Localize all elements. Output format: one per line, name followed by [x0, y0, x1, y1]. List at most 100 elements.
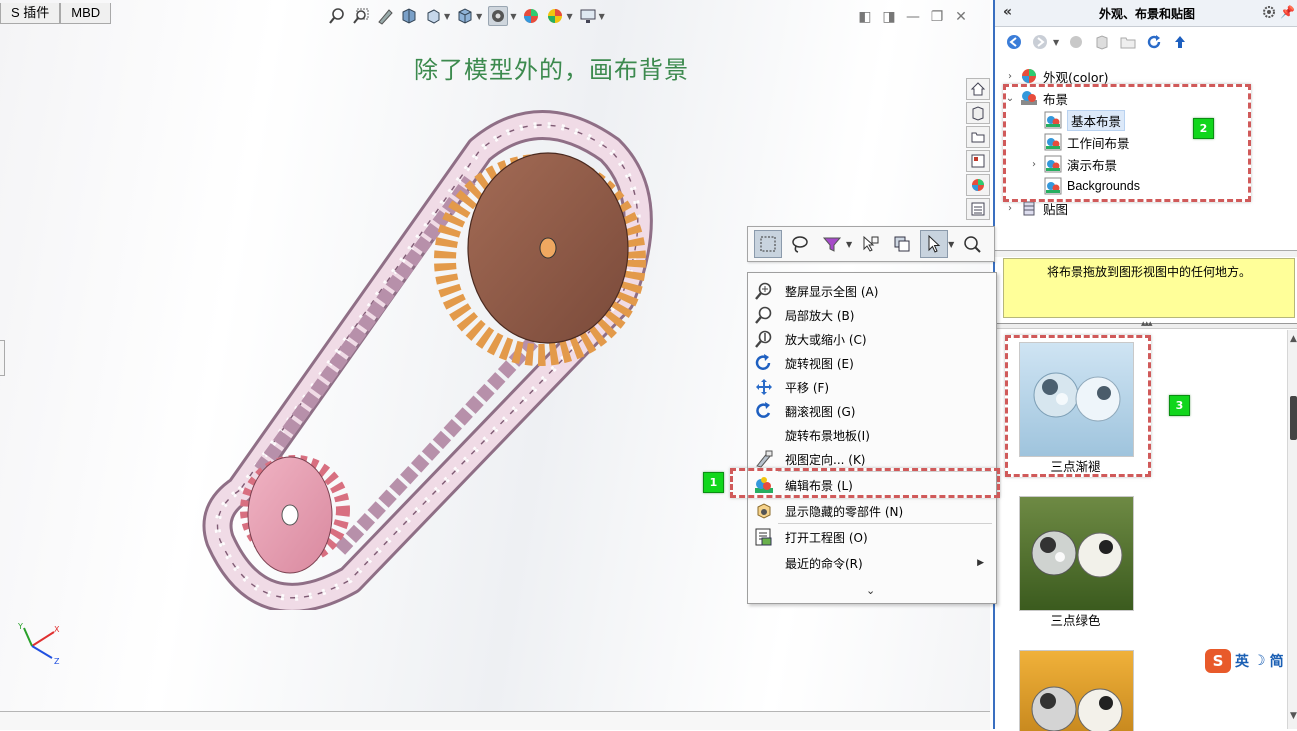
minimize-icon[interactable]: — — [906, 9, 920, 25]
zoom-area-icon — [753, 304, 775, 326]
chevron-down-icon[interactable]: ▼ — [948, 240, 954, 249]
menu-item-zoom-fit[interactable]: 整屏显示全图 (A) — [748, 279, 996, 303]
callout-badge-2: 2 — [1193, 118, 1214, 139]
forward-icon[interactable] — [1031, 33, 1049, 51]
chevron-right-icon[interactable]: › — [1005, 203, 1015, 214]
view-orientation-icon — [753, 448, 775, 470]
panel-expand-handle[interactable] — [0, 340, 5, 376]
gear-icon[interactable] — [1261, 4, 1277, 20]
previous-view-icon[interactable] — [376, 7, 394, 25]
scene-thumbnail-three-point-green[interactable] — [1019, 496, 1134, 611]
folder-icon — [971, 132, 985, 143]
menu-item-rotate-view[interactable]: 旋转视图 (E) — [748, 351, 996, 375]
tab-custom-properties[interactable] — [966, 198, 990, 220]
menu-item-zoom-area[interactable]: 局部放大 (B) — [748, 303, 996, 327]
tab-appearances-scenes[interactable] — [966, 174, 990, 196]
lasso-select-icon[interactable] — [786, 230, 814, 258]
box-select-icon[interactable] — [754, 230, 782, 258]
menu-item-pan[interactable]: 平移 (F) — [748, 375, 996, 399]
hint-text: 将布景拖放到图形视图中的任何地方。 — [1046, 265, 1251, 279]
back-icon[interactable] — [1005, 33, 1023, 51]
scene-thumbnail-three-point-orange[interactable] — [1019, 650, 1134, 731]
ime-status-bar[interactable]: S 英 ☽ 简 — [1205, 647, 1297, 675]
ime-language-toggle[interactable]: 英 — [1235, 651, 1249, 671]
add-folder-icon[interactable] — [1119, 33, 1137, 51]
viewport-bottom-bar — [0, 711, 990, 730]
select-all-icon[interactable] — [856, 230, 884, 258]
chevron-down-icon[interactable]: ▼ — [510, 12, 516, 21]
context-toolbar: ▼ ▼ — [747, 226, 995, 262]
select-other-icon[interactable] — [888, 230, 916, 258]
callout-badge-3: 3 — [1169, 395, 1190, 416]
magnified-selection-icon[interactable] — [958, 230, 986, 258]
chevron-down-icon[interactable]: ▼ — [846, 240, 852, 249]
pin-icon[interactable]: 📌 — [1280, 5, 1295, 19]
close-icon[interactable]: ✕ — [954, 9, 968, 25]
menu-item-rotate-scene-floor[interactable]: 旋转布景地板(I) — [748, 423, 996, 447]
task-pane-nav: ▼ — [995, 29, 1297, 55]
menu-item-open-drawing[interactable]: 打开工程图 (O) — [748, 525, 996, 549]
document-tabs: S 插件 MBD — [0, 3, 112, 25]
submenu-arrow-icon: ▶ — [977, 558, 984, 568]
up-arrow-icon[interactable] — [1171, 33, 1189, 51]
appearance-icon — [972, 179, 984, 191]
splitter-grip-icon[interactable]: ▴▴▴ — [1141, 319, 1153, 329]
menu-item-show-hidden-components[interactable]: 显示隐藏的零部件 (N) — [748, 499, 996, 523]
chevron-down-icon[interactable]: ▼ — [1053, 38, 1059, 47]
triad-z-label: Z — [54, 657, 60, 666]
tab-mbd[interactable]: MBD — [60, 3, 112, 24]
refresh-icon[interactable] — [1145, 33, 1163, 51]
tab-file-explorer[interactable] — [966, 126, 990, 148]
scroll-up-icon[interactable]: ▲ — [1290, 334, 1297, 344]
menu-item-roll-view[interactable]: 翻滚视图 (G) — [748, 399, 996, 423]
heads-up-toolbar: ▼ ▼ ▼ ▼ ▼ — [328, 6, 605, 26]
ime-charset-toggle[interactable]: 简 — [1270, 651, 1284, 671]
tab-solidworks-resources[interactable] — [966, 78, 990, 100]
menu-item-zoom-in-out[interactable]: 放大或缩小 (C) — [748, 327, 996, 351]
moon-icon[interactable]: ☽ — [1253, 653, 1266, 669]
filter-icon[interactable] — [818, 230, 846, 258]
chevron-down-icon[interactable]: ▼ — [476, 12, 482, 21]
viewport-window-controls: ◧ ◨ — ❐ ✕ — [858, 9, 968, 25]
tab-view-palette[interactable] — [966, 150, 990, 172]
zoom-in-out-icon — [753, 328, 775, 350]
chain-sprocket-model[interactable] — [200, 110, 660, 610]
select-pointer-icon[interactable] — [920, 230, 949, 258]
scrollbar-thumb[interactable] — [1290, 396, 1297, 440]
display-style-icon[interactable] — [488, 6, 509, 26]
add-library-icon[interactable] — [1093, 33, 1111, 51]
home-icon — [970, 82, 986, 96]
view-orientation-icon[interactable] — [456, 7, 474, 25]
zoom-fit-icon[interactable] — [328, 7, 346, 25]
triad-y-label: Y — [17, 622, 23, 631]
scroll-down-icon[interactable]: ▼ — [1290, 711, 1297, 721]
previous-sheet-icon[interactable]: ◧ — [858, 9, 872, 25]
zoom-area-icon[interactable] — [352, 7, 370, 25]
section-view-icon[interactable] — [400, 7, 418, 25]
view-settings-icon[interactable] — [579, 7, 597, 25]
tab-design-library[interactable] — [966, 102, 990, 124]
add-appearance-icon[interactable] — [1067, 33, 1085, 51]
restore-icon[interactable]: ❐ — [930, 9, 944, 25]
edit-appearance-icon[interactable] — [546, 7, 564, 25]
tree-item-appearance[interactable]: › 外观(color) — [1005, 66, 1109, 86]
open-drawing-icon — [753, 526, 775, 548]
tab-addins[interactable]: S 插件 — [0, 3, 61, 24]
expand-menu-icon[interactable]: ⌄ — [866, 584, 875, 597]
show-hidden-icon — [753, 500, 775, 522]
hide-show-items-icon[interactable] — [522, 7, 540, 25]
ime-logo-icon[interactable]: S — [1205, 649, 1231, 673]
pane-separator[interactable] — [995, 250, 1297, 257]
chevron-down-icon[interactable]: ▼ — [444, 12, 450, 21]
roll-icon — [753, 400, 775, 422]
annotation-text: 除了模型外的，画布背景 — [414, 56, 689, 84]
chevron-down-icon[interactable]: ▼ — [566, 12, 572, 21]
scene-label: 三点绿色 — [1050, 613, 1101, 628]
next-sheet-icon[interactable]: ◨ — [882, 9, 896, 25]
scene-preview-image — [1031, 530, 1123, 578]
chevron-right-icon[interactable]: › — [1005, 71, 1015, 82]
pan-icon — [753, 376, 775, 398]
chevron-down-icon[interactable]: ▼ — [599, 12, 605, 21]
dynamic-annotation-icon[interactable] — [424, 7, 442, 25]
menu-item-recent-commands[interactable]: 最近的命令(R) ▶ — [748, 551, 996, 575]
